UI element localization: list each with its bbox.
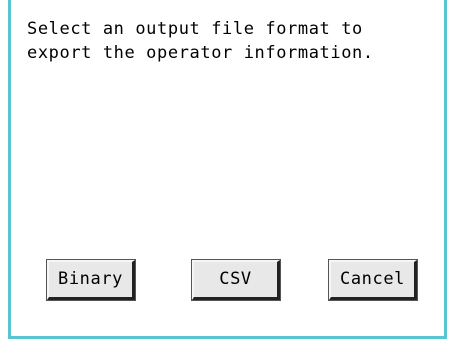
dialog-message: Select an output file format to export t…	[27, 19, 374, 63]
csv-button[interactable]: CSV	[191, 259, 281, 301]
cancel-button[interactable]: Cancel	[328, 259, 418, 301]
export-format-dialog: Select an output file format to export t…	[8, 0, 447, 339]
binary-button[interactable]: Binary	[46, 259, 136, 301]
